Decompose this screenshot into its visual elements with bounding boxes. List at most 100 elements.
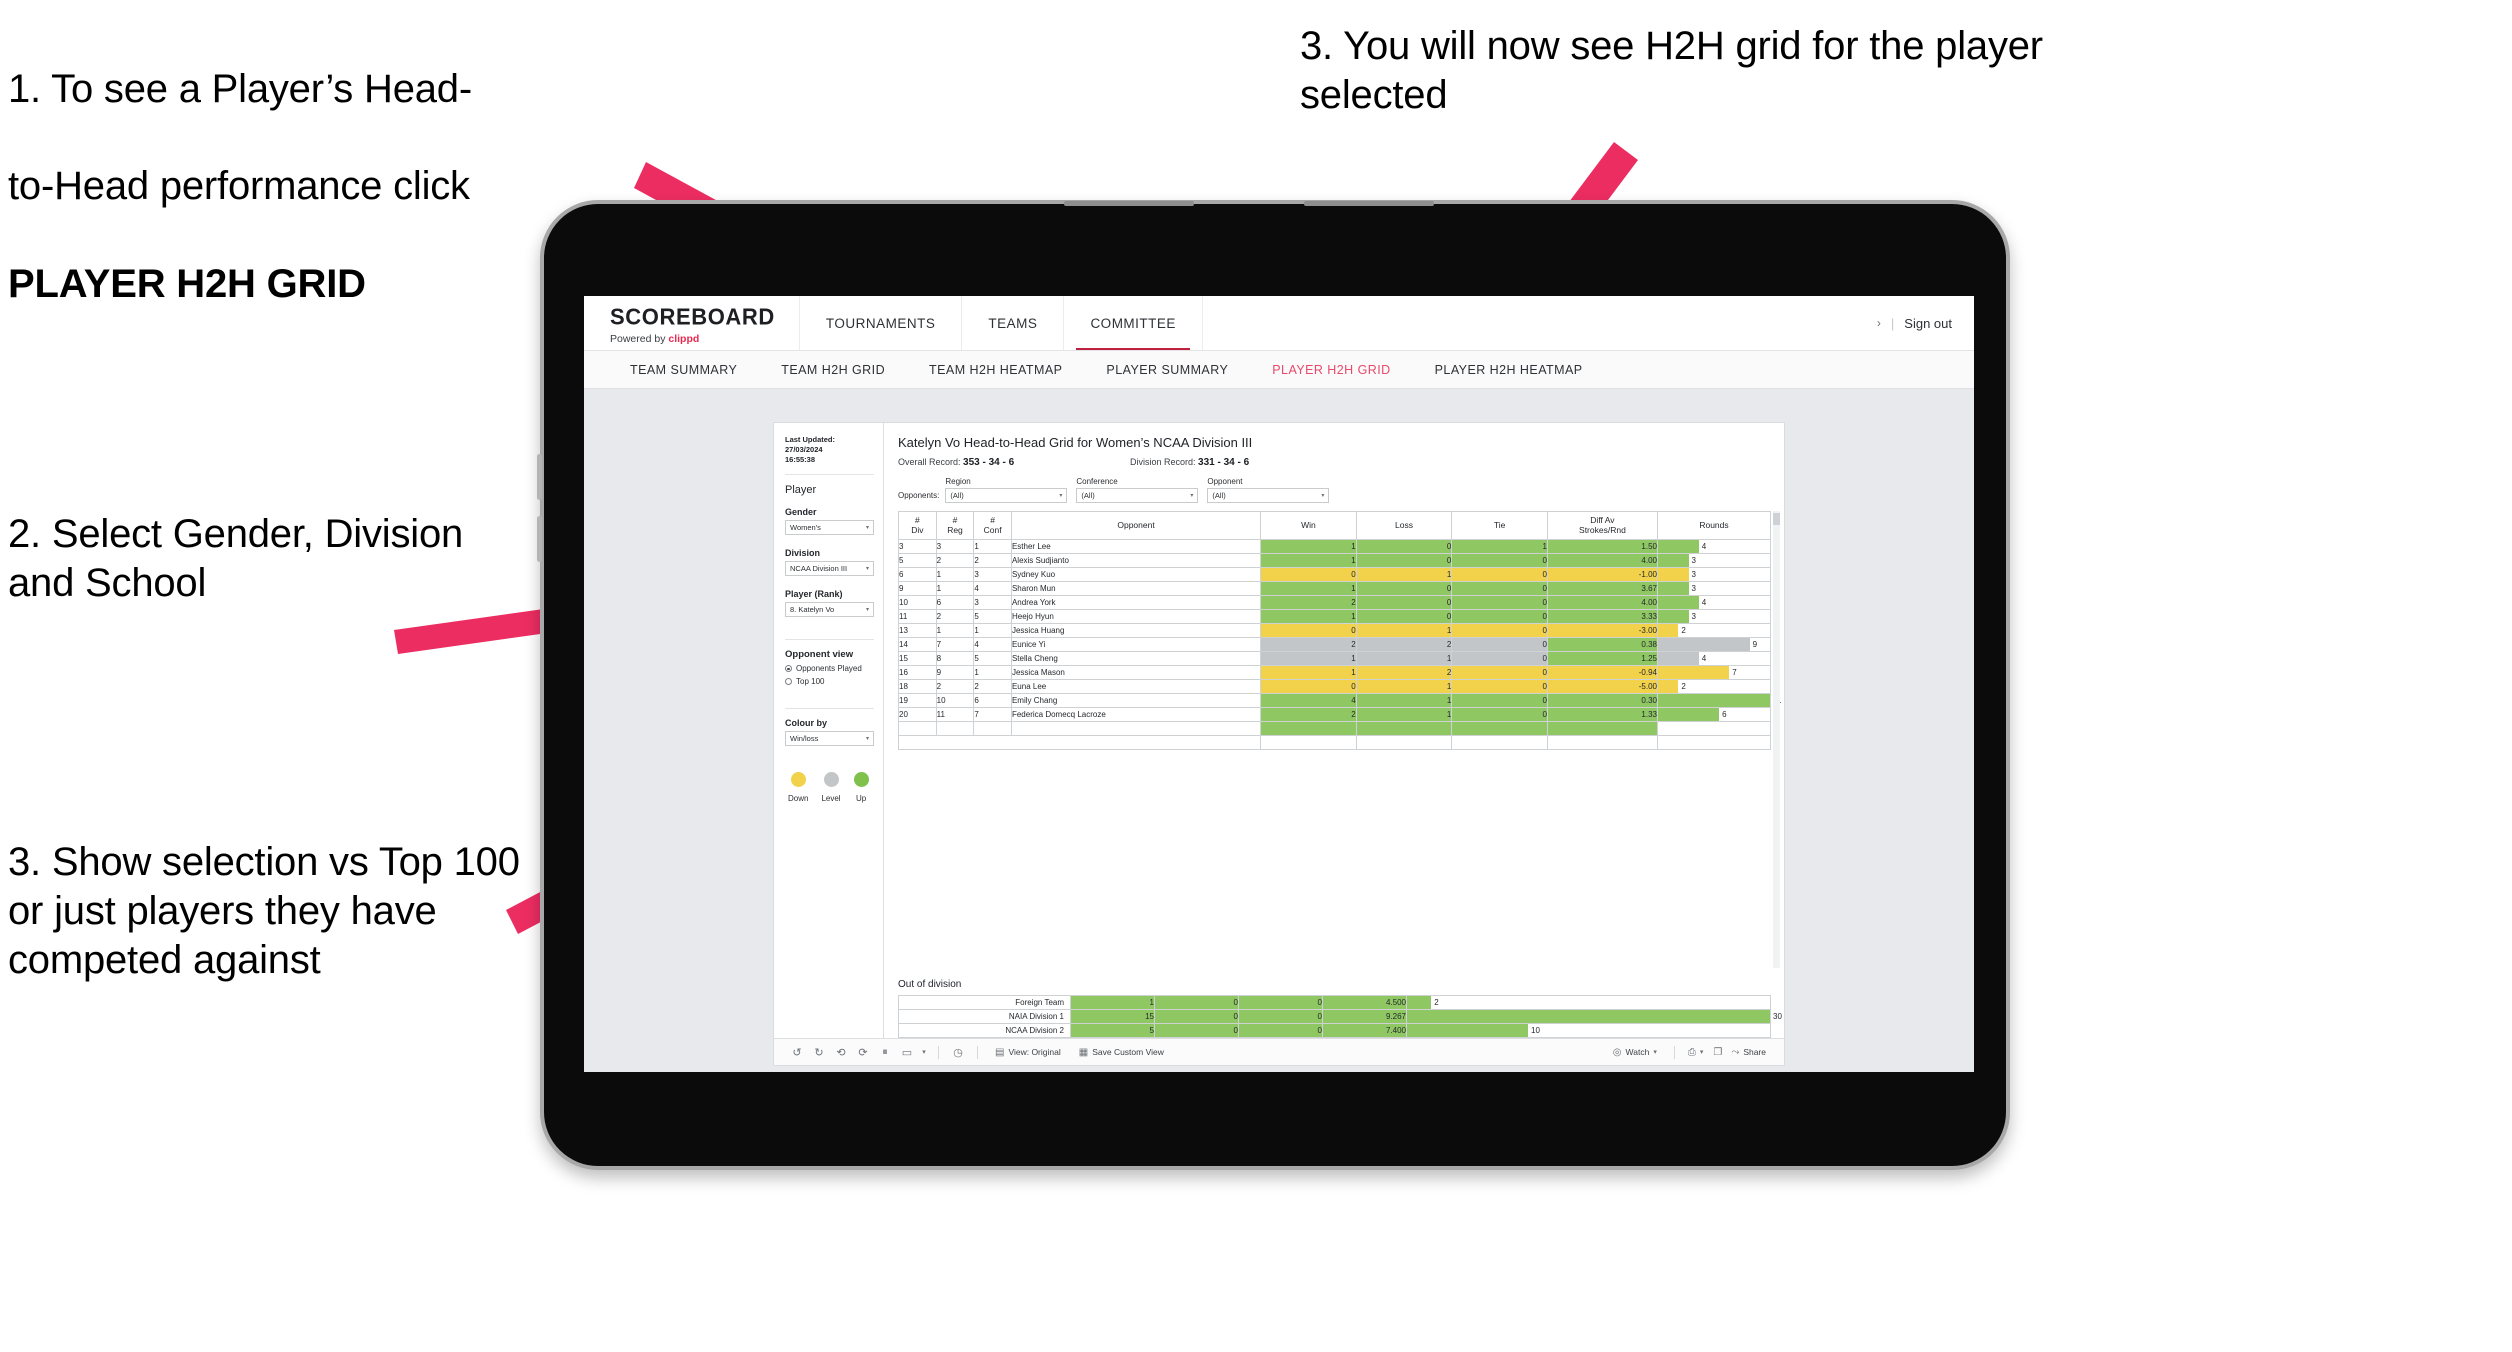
cell-win: 1	[1260, 651, 1357, 666]
grid-vertical-scrollbar[interactable]	[1773, 511, 1780, 968]
rounds-value: 10	[1531, 1026, 1540, 1035]
player-rank-select[interactable]: 8. Katelyn Vo ▾	[785, 602, 874, 618]
pause-updates-icon[interactable]: ⏸	[874, 1046, 896, 1059]
volume-down-button[interactable]	[537, 516, 542, 562]
caret-down-icon[interactable]: ▾	[918, 1048, 930, 1056]
out-of-division-row[interactable]: Foreign Team 1 0 0 4.500 2	[898, 995, 1771, 1010]
toolbar-divider-1	[938, 1045, 939, 1059]
region-select[interactable]: (All) ▾	[945, 488, 1068, 503]
chevron-down-icon: ▾	[865, 607, 869, 614]
legend-item-level: Level	[821, 772, 841, 803]
opponent-select[interactable]: (All) ▾	[1207, 488, 1330, 503]
device-layout-button[interactable]: ❐	[1708, 1047, 1727, 1058]
gender-select[interactable]: Women's ▾	[785, 520, 874, 536]
radio-opponents-played[interactable]: Opponents Played	[785, 664, 874, 673]
scrollbar-thumb[interactable]	[1773, 513, 1780, 525]
filter-conference: Conference (All) ▾	[1076, 477, 1199, 503]
rounds-bar	[1657, 694, 1770, 707]
out-of-division-row[interactable]: NAIA Division 1 15 0 0 9.267 30	[898, 1009, 1782, 1024]
table-row[interactable]: 13 1 1 Jessica Huang 0 1 0 -3.00 2	[898, 623, 1772, 638]
brand-logo[interactable]: SCOREBOARD Powered by clippd	[584, 296, 800, 350]
refresh-data-icon[interactable]: ⟳	[852, 1046, 874, 1059]
chevron-down-icon: ▾	[1190, 493, 1194, 499]
share-icon: ⤳	[1731, 1046, 1740, 1058]
table-row[interactable]: 14 7 4 Eunice Yi 2 2 0 0.38 9	[898, 637, 1772, 652]
download-button[interactable]: ⎙ ▾	[1683, 1047, 1709, 1058]
cell-reg: 9	[935, 665, 975, 680]
history-icon[interactable]: ◷	[947, 1046, 969, 1059]
subnav-item-player-h2h-heatmap[interactable]: PLAYER H2H HEATMAP	[1413, 363, 1605, 377]
cell-opponent: Esther Lee	[1010, 539, 1262, 554]
col-header-conf-line2: Conf	[983, 524, 1002, 535]
cell-diff: 3.67	[1546, 581, 1658, 596]
radio-top-100[interactable]: Top 100	[785, 677, 874, 686]
view-original-label: View: Original	[1008, 1047, 1061, 1057]
redo-icon[interactable]: ↻	[808, 1046, 830, 1059]
filter-conference-label: Conference	[1076, 477, 1118, 486]
cell-win: 0	[1260, 623, 1357, 638]
table-row[interactable]: 20 11 7 Federica Domecq Lacroze 2 1 0 1.33 6	[898, 707, 1772, 722]
camera-notch	[1064, 201, 1194, 206]
revert-icon[interactable]: ⟲	[830, 1046, 852, 1059]
col-header-reg: # Reg	[935, 511, 975, 540]
cell-opponent: Heejo Hyun	[1010, 609, 1262, 624]
app-header: SCOREBOARD Powered by clippd TOURNAMENTS…	[584, 296, 1974, 351]
division-select[interactable]: NCAA Division III ▾	[785, 561, 874, 577]
subnav-item-team-h2h-grid[interactable]: TEAM H2H GRID	[759, 363, 907, 377]
cell-loss: 1	[1355, 567, 1453, 582]
table-row[interactable]: 6 1 3 Sydney Kuo 0 1 0 -1.00 3	[898, 567, 1772, 582]
topnav-item-tournaments[interactable]: TOURNAMENTS	[800, 296, 963, 350]
col-header-win: Win	[1260, 511, 1357, 540]
undo-icon[interactable]: ↺	[786, 1046, 808, 1059]
cell-conf: 4	[973, 581, 1012, 596]
topnav-item-teams[interactable]: TEAMS	[962, 296, 1065, 350]
table-row[interactable]: 15 8 5 Stella Cheng 1 1 0 1.25 4	[898, 651, 1772, 666]
view-icon: ▤	[995, 1046, 1005, 1058]
table-row[interactable]: 9 1 4 Sharon Mun 1 0 0 3.67 3	[898, 581, 1772, 596]
cell-div: 19	[898, 693, 937, 708]
rounds-bar	[1657, 638, 1750, 651]
save-custom-view-button[interactable]: ▦ Save Custom View	[1070, 1047, 1173, 1058]
subnav-item-player-summary[interactable]: PLAYER SUMMARY	[1084, 363, 1250, 377]
colour-by-select[interactable]: Win/loss ▾	[785, 731, 874, 747]
cell-ood-win: 5	[1070, 1023, 1155, 1038]
save-custom-view-label: Save Custom View	[1092, 1047, 1164, 1057]
share-button[interactable]: ⤳ Share	[1727, 1047, 1772, 1058]
chevron-right-icon[interactable]: ›	[1877, 316, 1881, 330]
cell-div: 18	[898, 679, 937, 694]
tableau-viz: Last Updated: 27/03/2024 16:55:38 Player…	[774, 423, 1784, 1065]
cell-opponent: Sydney Kuo	[1010, 567, 1262, 582]
rounds-bar	[1657, 708, 1720, 721]
table-row[interactable]: 3 3 1 Esther Lee 1 0 1 1.50 4	[898, 539, 1772, 554]
cell-diff: -0.94	[1546, 665, 1658, 680]
table-row[interactable]: 16 9 1 Jessica Mason 1 2 0 -0.94 7	[898, 665, 1772, 680]
watch-label: Watch	[1625, 1047, 1650, 1057]
table-padding-row	[897, 735, 1772, 750]
rounds-bar	[1407, 1010, 1770, 1023]
subnav-item-team-summary[interactable]: TEAM SUMMARY	[608, 363, 759, 377]
volume-up-button[interactable]	[537, 454, 542, 500]
view-original-button[interactable]: ▤ View: Original	[986, 1047, 1070, 1058]
legend-item-down: Down	[788, 772, 808, 803]
sign-out-link[interactable]: Sign out	[1904, 316, 1952, 331]
subnav-item-team-h2h-heatmap[interactable]: TEAM H2H HEATMAP	[907, 363, 1084, 377]
rectangle-select-icon[interactable]: ▭	[896, 1046, 918, 1059]
out-of-division-row[interactable]: NCAA Division 2 5 0 0 7.400 10	[898, 1023, 1771, 1038]
cell-win: 1	[1260, 539, 1357, 554]
table-row[interactable]: 11 2 5 Heejo Hyun 1 0 0 3.33 3	[898, 609, 1772, 624]
col-header-div: # Div	[898, 511, 937, 540]
subnav-item-player-h2h-grid[interactable]: PLAYER H2H GRID	[1250, 363, 1412, 377]
tablet-screen: SCOREBOARD Powered by clippd TOURNAMENTS…	[584, 296, 1974, 1072]
cell-diff	[1546, 721, 1658, 736]
watch-button[interactable]: ◎ Watch ▾	[1604, 1047, 1666, 1058]
topnav-item-committee[interactable]: COMMITTEE	[1064, 296, 1203, 350]
conference-select[interactable]: (All) ▾	[1076, 488, 1199, 503]
cell-conf: 2	[973, 679, 1012, 694]
table-row[interactable]: 5 2 2 Alexis Sudjianto 1 0 0 4.00 3	[898, 553, 1772, 568]
table-row[interactable]: 19106Emily Chang4100.3011	[898, 693, 1781, 708]
filter-group-player: Player (Rank) 8. Katelyn Vo ▾	[785, 589, 874, 618]
table-row[interactable]: 10 6 3 Andrea York 2 0 0 4.00 4	[898, 595, 1772, 610]
header-right-actions: › | Sign out	[1877, 296, 1974, 350]
annotation-step-1-line2: to-Head performance click	[8, 164, 470, 209]
table-row[interactable]: 18 2 2 Euna Lee 0 1 0 -5.00 2	[898, 679, 1772, 694]
